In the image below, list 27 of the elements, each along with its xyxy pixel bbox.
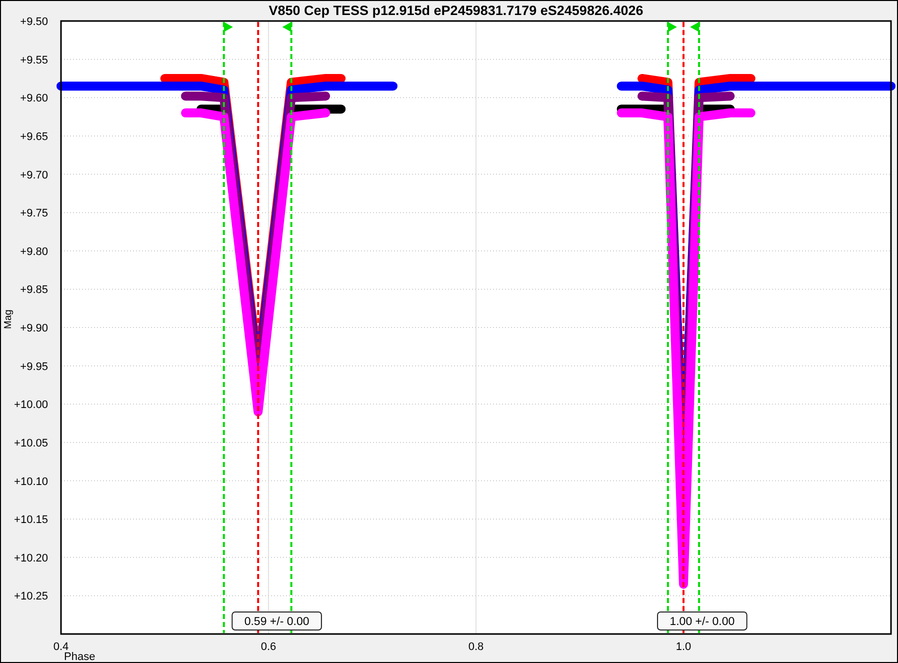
y-tick-label: +9.70 (20, 169, 48, 182)
y-tick-label: +9.50 (20, 16, 48, 28)
y-tick-label: +10.05 (14, 437, 48, 450)
phase-label: 1.00 +/- 0.00 (657, 612, 748, 630)
chart-title: V850 Cep TESS p12.915d eP2459831.7179 eS2459826.4026 (268, 3, 644, 18)
y-tick-label: +9.90 (20, 322, 48, 334)
x-tick-label: 0.4 (53, 641, 69, 653)
y-axis-label: Mag (3, 310, 14, 329)
y-tick-label: +10.25 (14, 590, 48, 603)
y-tick-label: +9.85 (20, 284, 48, 296)
y-tick-label: +9.95 (20, 360, 48, 373)
annotation: 1.00 +/- 0.00 (670, 616, 735, 628)
y-tick-label: +10.15 (14, 514, 48, 526)
y-tick-label: +9.80 (20, 246, 48, 258)
y-tick-label: +9.60 (20, 92, 48, 105)
y-tick-label: +9.75 (20, 208, 48, 220)
phase-label: 0.59 +/- 0.00 (232, 612, 322, 630)
x-tick-label: 1.0 (676, 641, 692, 653)
y-tick-label: +10.00 (14, 399, 48, 412)
y-tick-label: +10.20 (14, 552, 48, 564)
y-tick-label: +9.65 (20, 130, 48, 143)
x-axis-label: Phase (64, 651, 96, 662)
y-tick-label: +9.55 (20, 54, 48, 66)
y-tick-label: +10.10 (14, 476, 48, 488)
x-tick-label: 0.6 (260, 641, 276, 653)
x-tick-label: 0.8 (468, 641, 484, 653)
annotation: 0.59 +/- 0.00 (244, 616, 310, 628)
